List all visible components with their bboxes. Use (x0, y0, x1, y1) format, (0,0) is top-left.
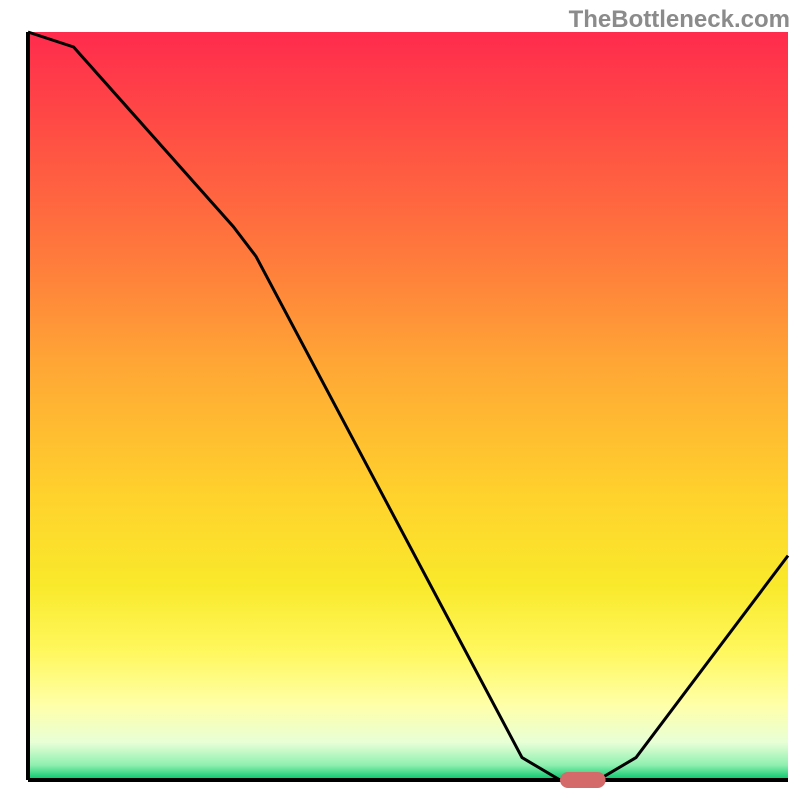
plot-area (28, 32, 788, 780)
chart-svg (0, 0, 800, 800)
bottleneck-chart: TheBottleneck.com (0, 0, 800, 800)
watermark-label: TheBottleneck.com (569, 6, 790, 34)
min-marker (560, 772, 606, 788)
